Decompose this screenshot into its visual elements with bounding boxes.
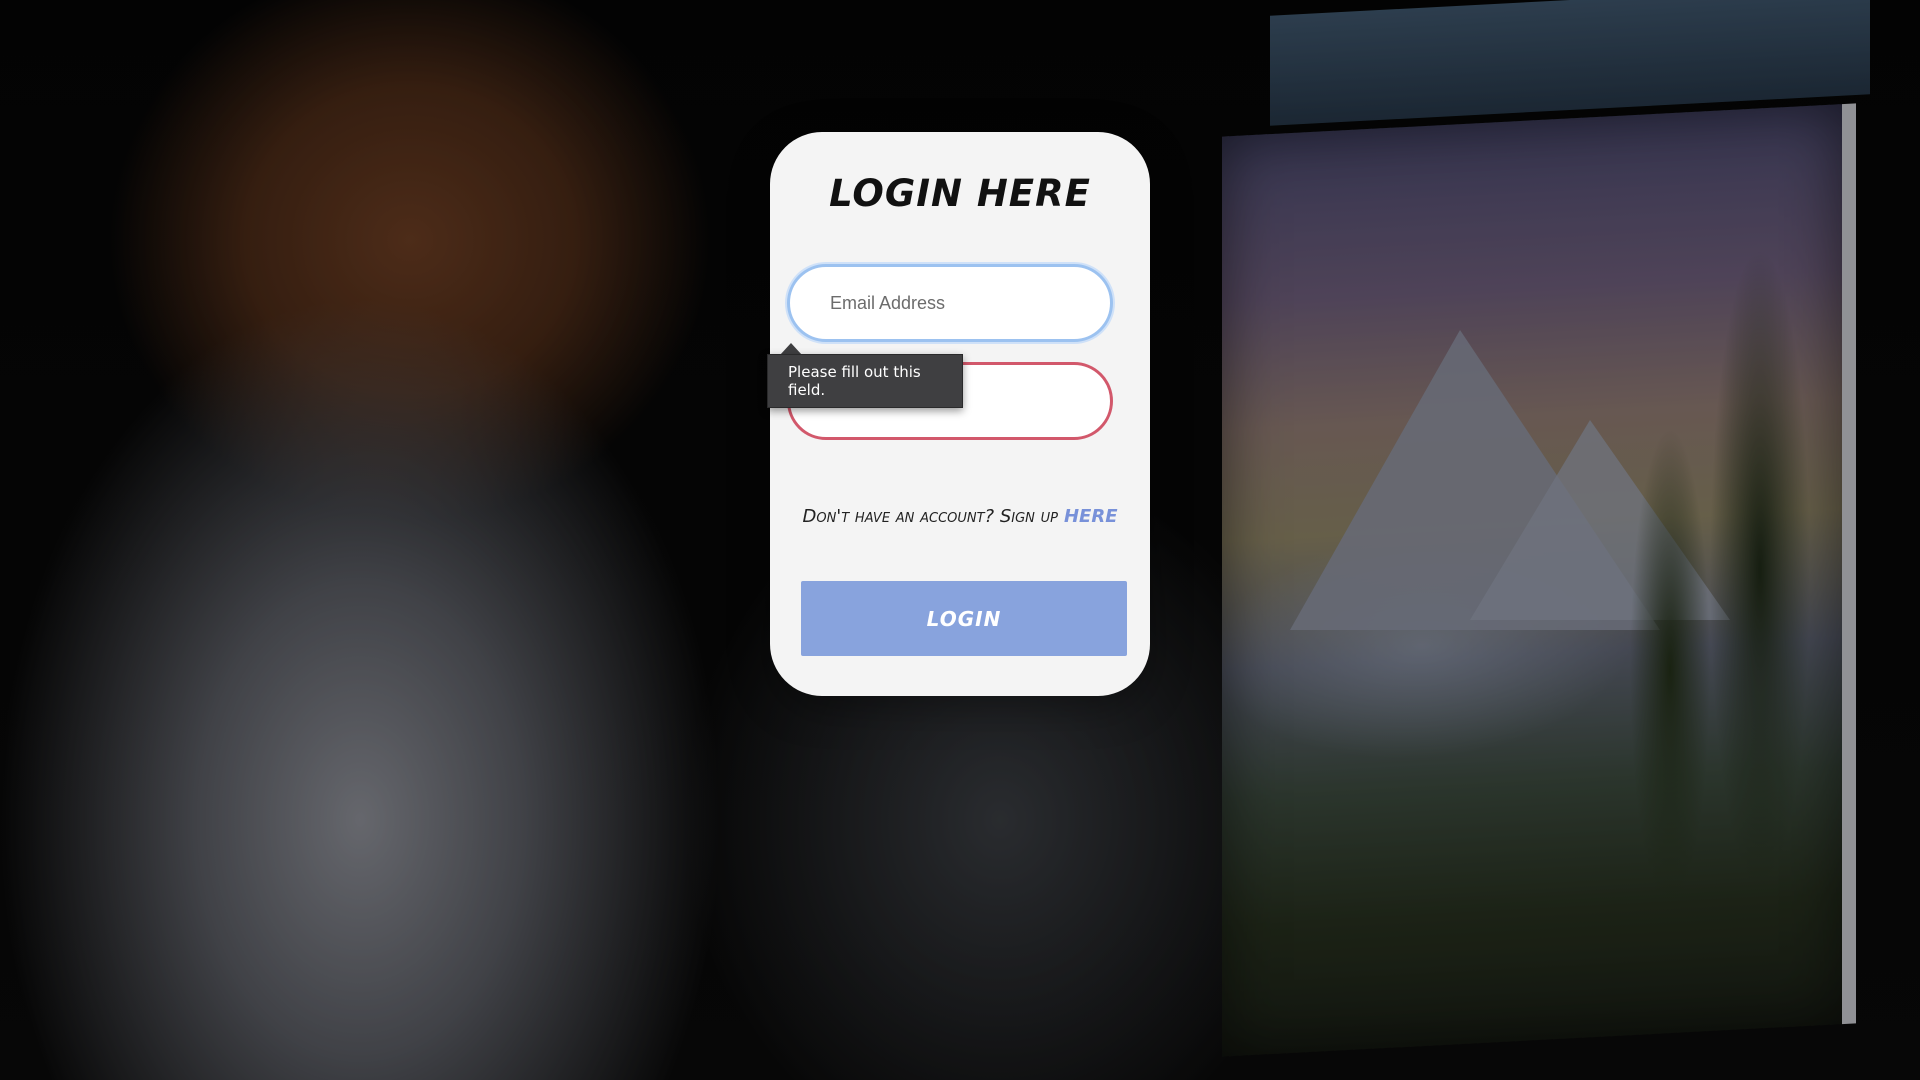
signup-prompt: Don't have an account? Sign up Here — [770, 506, 1150, 527]
validation-tooltip: Please fill out this field. — [767, 354, 963, 408]
login-button[interactable]: Login — [801, 581, 1127, 656]
login-button-label: Login — [926, 606, 1002, 631]
email-field[interactable]: Email Address — [787, 264, 1113, 342]
email-placeholder: Email Address — [830, 292, 946, 313]
signup-link[interactable]: Here — [1064, 506, 1118, 527]
page-background: Login Here Email Address Please fill out… — [0, 0, 1920, 1080]
page-title: Login Here — [829, 172, 1091, 215]
validation-tooltip-text: Please fill out this field. — [788, 363, 921, 399]
signup-prompt-text: Don't have an account? Sign up — [802, 506, 1058, 527]
login-card: Login Here Email Address Please fill out… — [767, 132, 1150, 696]
